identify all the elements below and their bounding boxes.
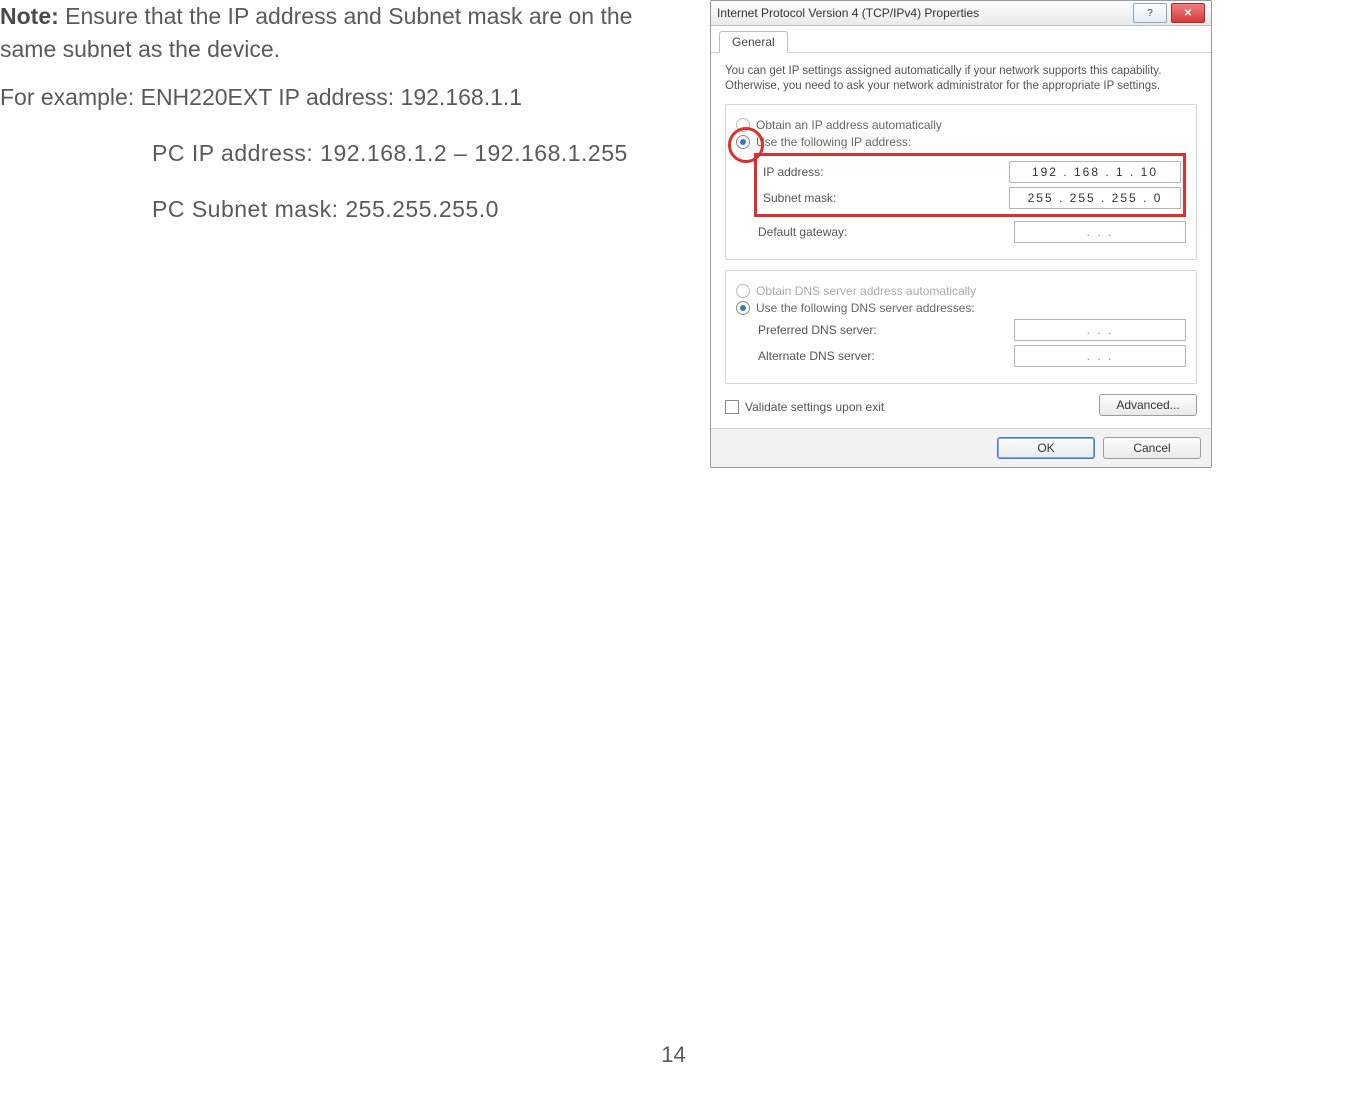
radio-use-ip-row[interactable]: Use the following IP address: — [736, 135, 1186, 149]
ok-button[interactable]: OK — [997, 437, 1095, 459]
preferred-dns-label: Preferred DNS server: — [758, 323, 1014, 337]
radio-obtain-ip-row[interactable]: Obtain an IP address automatically — [736, 118, 1186, 132]
radio-obtain-dns-label: Obtain DNS server address automatically — [756, 284, 976, 298]
radio-obtain-dns-row[interactable]: Obtain DNS server address automatically — [736, 284, 1186, 298]
radio-obtain-ip-label: Obtain an IP address automatically — [756, 118, 942, 132]
validate-checkbox-row[interactable]: Validate settings upon exit — [725, 400, 884, 414]
radio-use-ip[interactable] — [736, 135, 750, 149]
note-paragraph: Note: Ensure that the IP address and Sub… — [0, 0, 660, 67]
dns-settings-group: Obtain DNS server address automatically … — [725, 270, 1197, 384]
radio-use-dns[interactable] — [736, 301, 750, 315]
close-icon: ✕ — [1184, 8, 1192, 19]
preferred-dns-row: Preferred DNS server: . . . — [758, 319, 1186, 341]
advanced-button[interactable]: Advanced... — [1099, 394, 1197, 416]
ip-address-label: IP address: — [763, 165, 1009, 179]
default-gateway-label: Default gateway: — [758, 225, 1014, 239]
radio-use-dns-row[interactable]: Use the following DNS server addresses: — [736, 301, 1186, 315]
help-button[interactable]: ? — [1133, 3, 1167, 23]
dialog-description: You can get IP settings assigned automat… — [725, 64, 1197, 94]
cancel-button[interactable]: Cancel — [1103, 437, 1201, 459]
example-ip: ENH220EXT IP address: 192.168.1.1 — [141, 84, 522, 110]
dialog-body: You can get IP settings assigned automat… — [711, 53, 1211, 428]
subnet-mask-row: Subnet mask: 255 . 255 . 255 . 0 — [763, 187, 1181, 209]
validate-advanced-row: Validate settings upon exit Advanced... — [725, 394, 1197, 416]
alternate-dns-row: Alternate DNS server: . . . — [758, 345, 1186, 367]
ip-address-field[interactable]: 192 . 168 . 1 . 10 — [1009, 161, 1181, 183]
radio-use-dns-label: Use the following DNS server addresses: — [756, 301, 975, 315]
ip-address-row: IP address: 192 . 168 . 1 . 10 — [763, 161, 1181, 183]
validate-checkbox[interactable] — [725, 400, 739, 414]
close-button[interactable]: ✕ — [1171, 3, 1205, 23]
radio-obtain-dns[interactable] — [736, 284, 750, 298]
example-line: For example: ENH220EXT IP address: 192.1… — [0, 81, 660, 114]
instruction-text-block: Note: Ensure that the IP address and Sub… — [0, 0, 660, 241]
validate-checkbox-label: Validate settings upon exit — [745, 400, 884, 414]
dialog-title: Internet Protocol Version 4 (TCP/IPv4) P… — [717, 6, 1129, 20]
note-label: Note: — [0, 3, 59, 29]
ip-settings-group: Obtain an IP address automatically Use t… — [725, 104, 1197, 260]
page-number: 14 — [0, 1042, 1347, 1068]
default-gateway-field[interactable]: . . . — [1014, 221, 1186, 243]
dialog-footer: OK Cancel — [711, 428, 1211, 467]
radio-use-ip-label: Use the following IP address: — [756, 135, 911, 149]
alternate-dns-field[interactable]: . . . — [1014, 345, 1186, 367]
subnet-mask-label: Subnet mask: — [763, 191, 1009, 205]
note-text: Ensure that the IP address and Subnet ma… — [0, 3, 632, 62]
example-prefix: For example: — [0, 84, 141, 110]
tab-strip: General — [711, 26, 1211, 53]
pc-ip-line: PC IP address: 192.168.1.2 – 192.168.1.2… — [152, 137, 660, 170]
titlebar: Internet Protocol Version 4 (TCP/IPv4) P… — [711, 1, 1211, 26]
help-icon: ? — [1147, 8, 1153, 19]
default-gateway-row: Default gateway: . . . — [758, 221, 1186, 243]
subnet-mask-field[interactable]: 255 . 255 . 255 . 0 — [1009, 187, 1181, 209]
highlight-box: IP address: 192 . 168 . 1 . 10 Subnet ma… — [754, 153, 1186, 217]
alternate-dns-label: Alternate DNS server: — [758, 349, 1014, 363]
pc-subnet-line: PC Subnet mask: 255.255.255.0 — [152, 193, 660, 226]
ipv4-properties-dialog: Internet Protocol Version 4 (TCP/IPv4) P… — [710, 0, 1212, 468]
tab-general[interactable]: General — [719, 31, 788, 53]
radio-obtain-ip[interactable] — [736, 118, 750, 132]
preferred-dns-field[interactable]: . . . — [1014, 319, 1186, 341]
